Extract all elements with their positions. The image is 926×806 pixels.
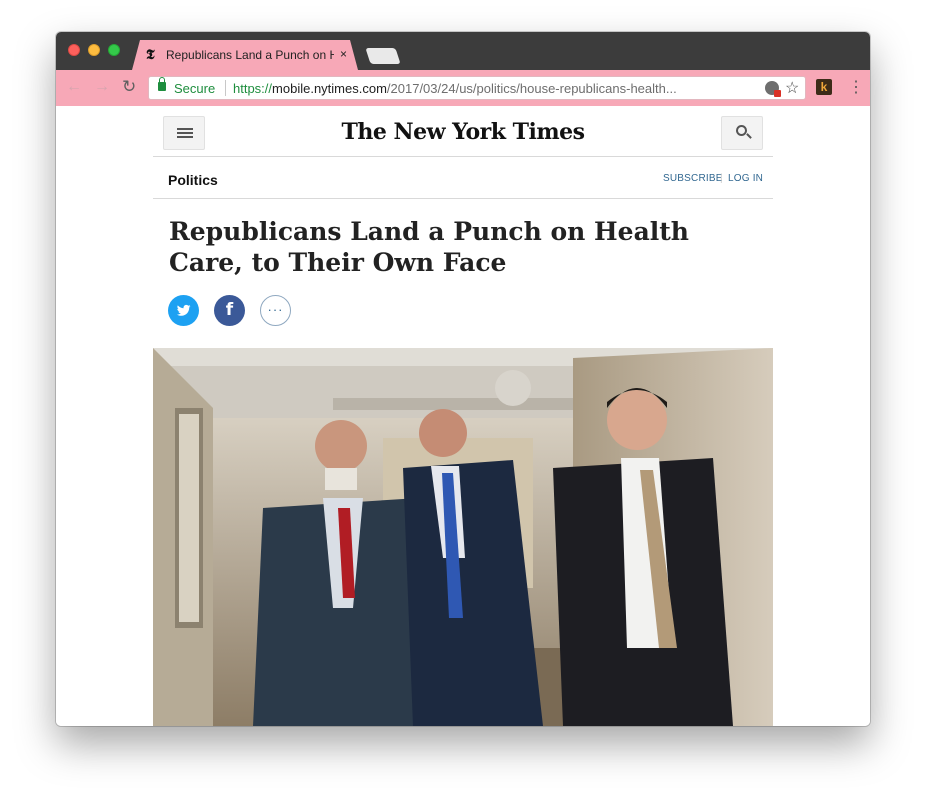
- browser-tab-active[interactable]: 𝕿 Republicans Land a Punch on He ×: [132, 40, 358, 70]
- extension-k-icon[interactable]: k: [816, 79, 832, 95]
- tab-title: Republicans Land a Punch on He: [166, 48, 334, 62]
- lock-icon: [158, 77, 166, 91]
- page-viewport: The New York Times Politics SUBSCRIBE | …: [56, 106, 870, 726]
- address-separator: [225, 80, 226, 96]
- security-label: Secure: [174, 81, 216, 96]
- reload-icon[interactable]: ↻: [122, 77, 136, 97]
- address-bar[interactable]: Secure https://mobile.nytimes.com/2017/0…: [148, 76, 806, 100]
- star-icon[interactable]: ☆: [785, 78, 799, 98]
- more-icon[interactable]: ···: [260, 295, 291, 326]
- twitter-icon[interactable]: [168, 295, 199, 326]
- header-divider: [153, 156, 773, 157]
- back-arrow-icon[interactable]: ←: [66, 78, 82, 96]
- new-tab-button[interactable]: [365, 48, 401, 64]
- article-photo: [153, 348, 773, 726]
- login-link[interactable]: LOG IN: [728, 173, 763, 184]
- forward-arrow-icon[interactable]: →: [94, 78, 110, 96]
- url-text[interactable]: https://mobile.nytimes.com/2017/03/24/us…: [233, 81, 757, 96]
- window-close-button[interactable]: [68, 44, 80, 56]
- article-headline: Republicans Land a Punch on Health Care,…: [169, 217, 689, 277]
- article-page: The New York Times Politics SUBSCRIBE | …: [153, 106, 773, 726]
- url-path: /2017/03/24/us/politics/house-republican…: [386, 81, 677, 96]
- masthead-logo[interactable]: The New York Times: [153, 119, 773, 145]
- window-minimize-button[interactable]: [88, 44, 100, 56]
- browser-window: 𝕿 Republicans Land a Punch on He × ← → ↻…: [56, 32, 870, 726]
- link-divider: |: [720, 173, 723, 184]
- search-icon[interactable]: [721, 116, 763, 150]
- url-host: mobile.nytimes.com: [272, 81, 387, 96]
- section-label[interactable]: Politics: [168, 172, 218, 188]
- browser-toolbar: ← → ↻ Secure https://mobile.nytimes.com/…: [56, 70, 870, 106]
- title-bar: 𝕿 Republicans Land a Punch on He ×: [56, 32, 870, 70]
- nyt-favicon-icon: 𝕿: [146, 47, 155, 63]
- facebook-icon[interactable]: f: [214, 295, 245, 326]
- url-scheme: https://: [233, 81, 273, 96]
- section-divider: [153, 198, 773, 199]
- site-settings-icon[interactable]: [765, 81, 781, 97]
- browser-menu-icon[interactable]: ⋮: [848, 77, 864, 97]
- subscribe-link[interactable]: SUBSCRIBE: [663, 173, 723, 184]
- window-maximize-button[interactable]: [108, 44, 120, 56]
- tab-close-icon[interactable]: ×: [340, 47, 347, 61]
